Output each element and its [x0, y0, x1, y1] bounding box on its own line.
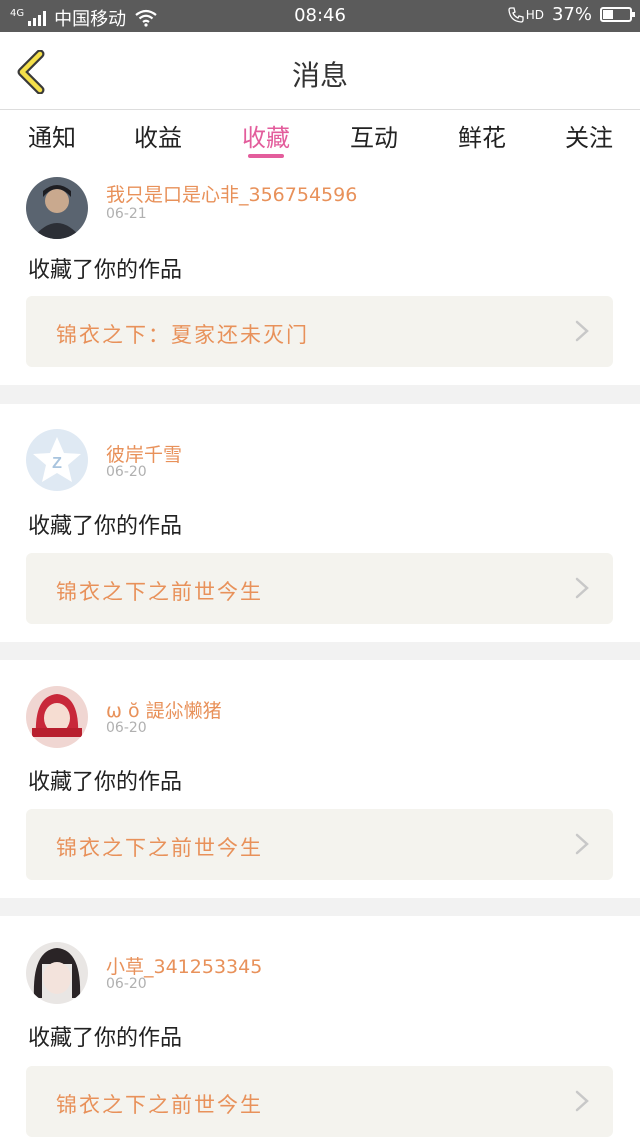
message-card: 小草_341253345 06-20 收藏了你的作品 锦衣之下之前世今生 [0, 916, 640, 1138]
work-link[interactable]: 锦衣之下之前世今生 [26, 553, 613, 624]
page-title: 消息 [291, 59, 348, 92]
username[interactable]: 小草_341253345 [106, 952, 262, 979]
username[interactable]: ω ŏ 諟尛懒猪 [106, 696, 222, 723]
work-title: 锦衣之下：夏家还未灭门 [56, 323, 309, 347]
status-right: HD 37% [508, 4, 635, 25]
avatar[interactable] [26, 177, 88, 239]
chevron-right-icon [575, 577, 589, 599]
work-title: 锦衣之下之前世今生 [56, 836, 263, 860]
chevron-right-icon [575, 320, 589, 342]
avatar[interactable]: Z [26, 429, 88, 491]
action-text: 收藏了你的作品 [28, 770, 183, 795]
work-link[interactable]: 锦衣之下之前世今生 [26, 1066, 613, 1137]
action-text: 收藏了你的作品 [28, 258, 183, 283]
message-date: 06-20 [106, 976, 147, 992]
avatar[interactable] [26, 686, 88, 748]
message-card: Z 彼岸千雪 06-20 收藏了你的作品 锦衣之下之前世今生 [0, 404, 640, 642]
tab-earnings[interactable]: 收益 [118, 118, 198, 153]
work-link[interactable]: 锦衣之下之前世今生 [26, 809, 613, 880]
action-text: 收藏了你的作品 [28, 1026, 183, 1051]
message-date: 06-20 [106, 464, 147, 480]
username[interactable]: 我只是口是心非_356754596 [106, 180, 357, 207]
message-card: ω ŏ 諟尛懒猪 06-20 收藏了你的作品 锦衣之下之前世今生 [0, 660, 640, 898]
avatar[interactable] [26, 942, 88, 1004]
tab-favorites[interactable]: 收藏 [226, 118, 306, 153]
action-text: 收藏了你的作品 [28, 514, 183, 539]
work-title: 锦衣之下之前世今生 [56, 580, 263, 604]
active-tab-indicator [248, 154, 284, 158]
chevron-right-icon [575, 833, 589, 855]
message-date: 06-21 [106, 206, 147, 222]
chevron-right-icon [575, 1090, 589, 1112]
battery-level [603, 10, 614, 19]
tab-notifications[interactable]: 通知 [12, 118, 92, 153]
status-bar: 4G 中国移动 08:46 HD 37% [0, 0, 640, 32]
tab-bar: 通知 收益 收藏 互动 鲜花 关注 [0, 110, 640, 162]
tab-following[interactable]: 关注 [549, 118, 629, 153]
work-link[interactable]: 锦衣之下：夏家还未灭门 [26, 296, 613, 367]
svg-text:Z: Z [52, 455, 62, 472]
message-date: 06-20 [106, 720, 147, 736]
battery-icon [600, 7, 635, 22]
battery-percent: 37% [551, 4, 592, 25]
phone-hd-icon: HD [508, 6, 544, 23]
message-card: 我只是口是心非_356754596 06-21 收藏了你的作品 锦衣之下：夏家还… [0, 162, 640, 385]
work-title: 锦衣之下之前世今生 [56, 1093, 263, 1117]
tab-flowers[interactable]: 鲜花 [442, 118, 522, 153]
username[interactable]: 彼岸千雪 [106, 440, 182, 467]
hd-label: HD [525, 7, 544, 22]
tab-interactions[interactable]: 互动 [334, 118, 414, 153]
header: 消息 [0, 32, 640, 110]
